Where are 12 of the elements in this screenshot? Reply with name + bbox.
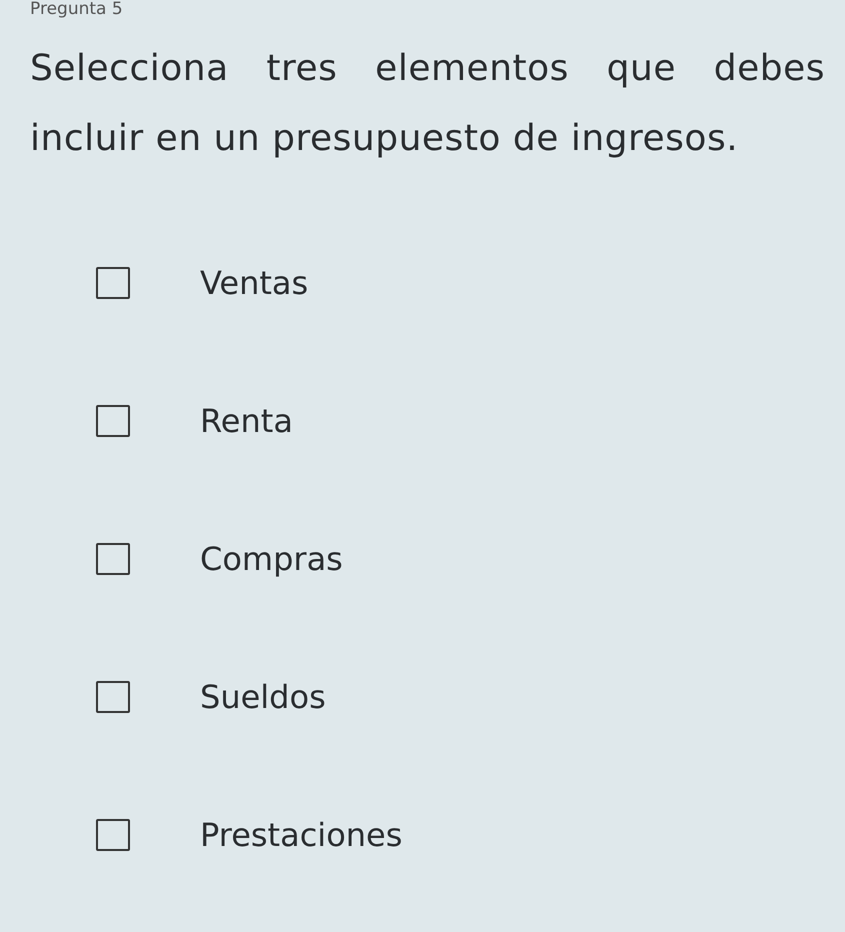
option-label: Sueldos: [200, 677, 326, 718]
checkbox[interactable]: [96, 681, 130, 713]
checkbox[interactable]: [96, 405, 130, 437]
question-text: Selecciona tres elementos que debes incluir en un presupuesto de ingresos.: [30, 47, 825, 161]
question-number: Pregunta 5: [30, 0, 124, 18]
option-label: Prestaciones: [200, 815, 402, 856]
option-label: Compras: [200, 539, 343, 580]
checkbox[interactable]: [96, 267, 130, 299]
option-label: Ventas: [200, 263, 308, 304]
checkbox[interactable]: [96, 543, 130, 575]
checkbox[interactable]: [96, 819, 130, 851]
option-label: Renta: [200, 401, 293, 442]
